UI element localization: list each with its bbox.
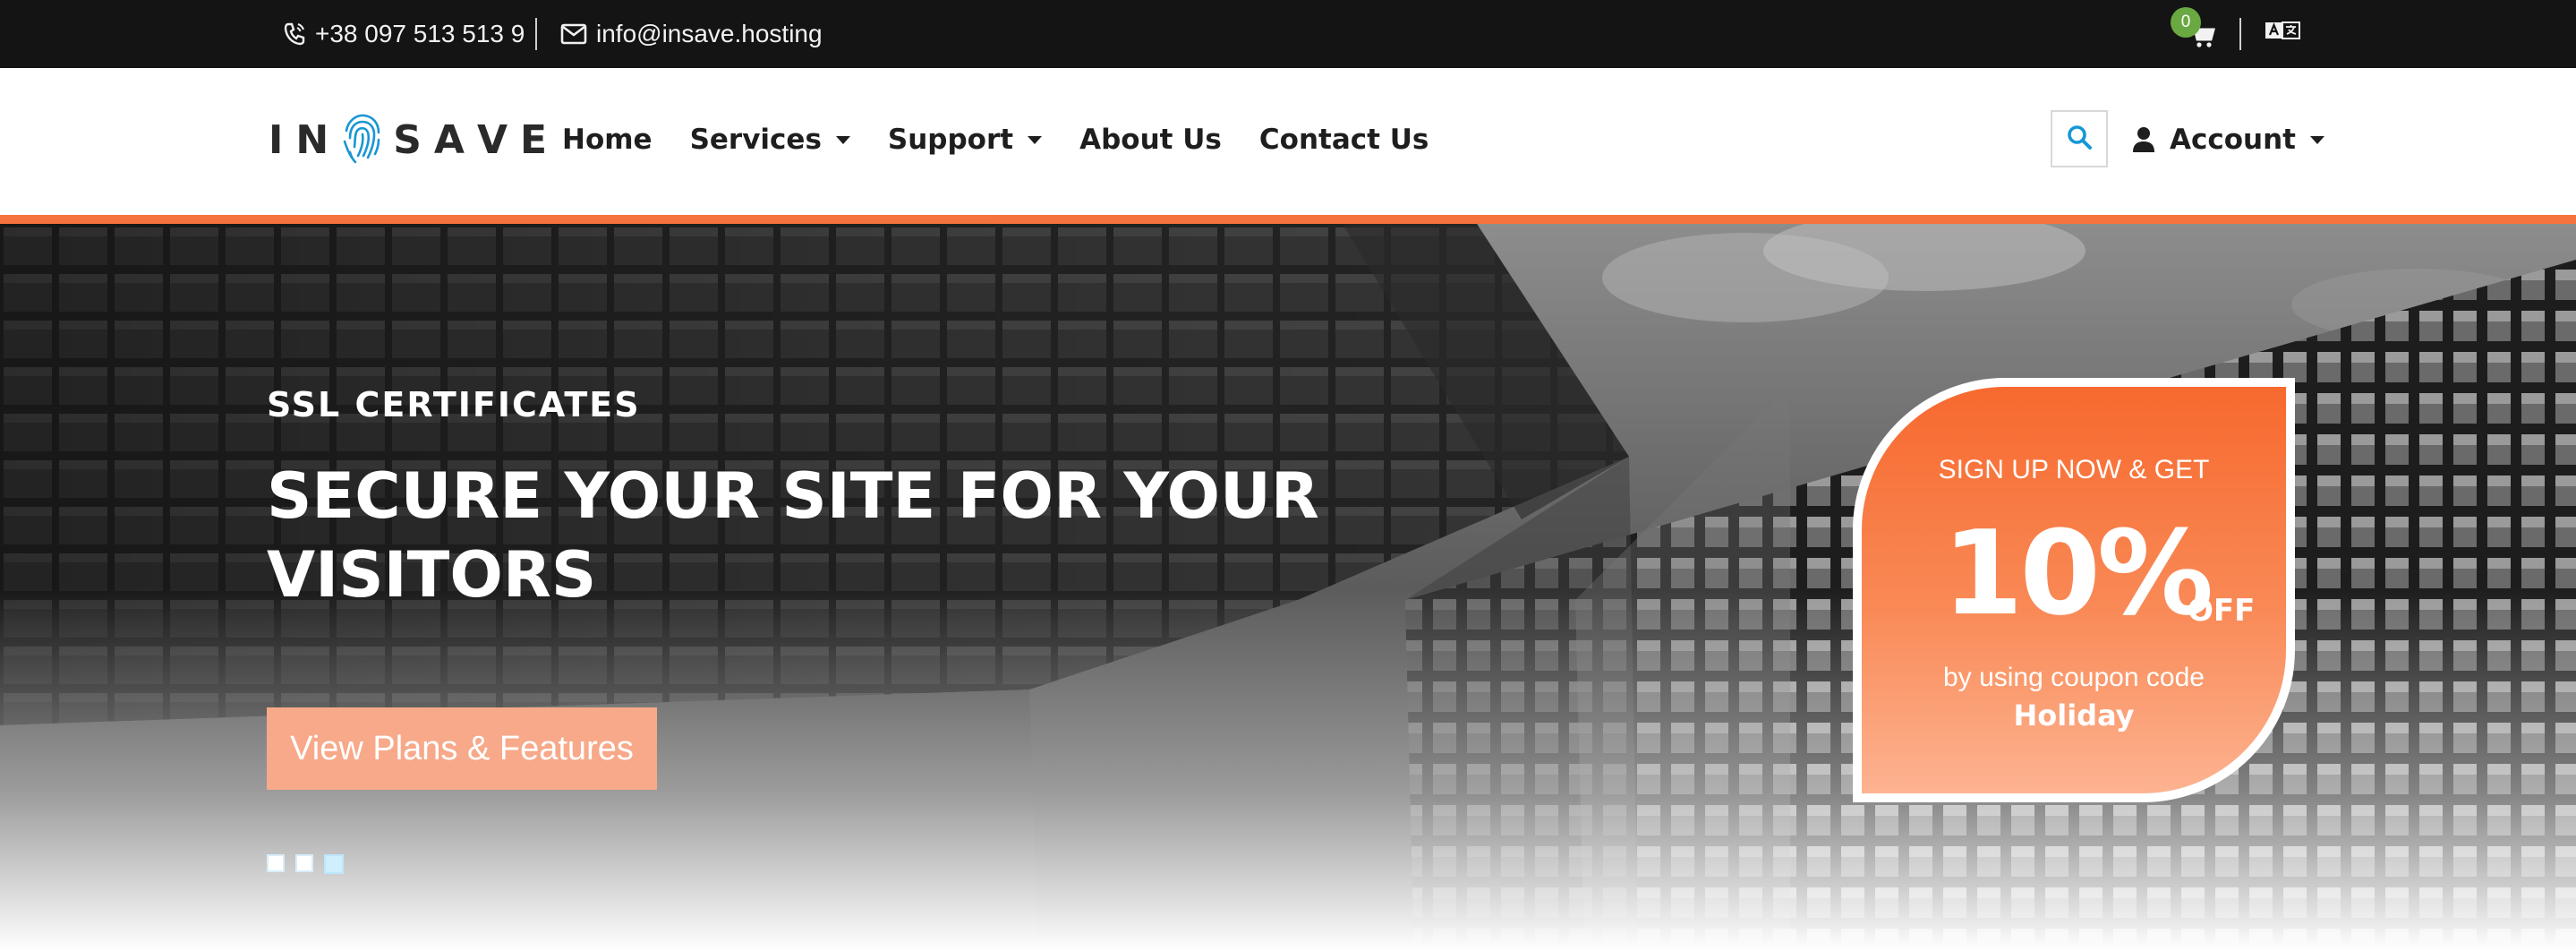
main-header: I N S A V E Home Services Support About … bbox=[0, 68, 2576, 215]
caret-down-icon bbox=[835, 135, 850, 144]
promo-discount-amount: 10% bbox=[1942, 505, 2213, 641]
phone-contact[interactable]: +38 097 513 513 9 bbox=[283, 0, 525, 68]
nav-about-us[interactable]: About Us bbox=[1079, 124, 1222, 156]
nav-label: About Us bbox=[1079, 124, 1222, 156]
nav-services[interactable]: Services bbox=[690, 124, 850, 156]
slide-dot-active[interactable] bbox=[324, 854, 344, 874]
account-menu[interactable]: Account bbox=[2132, 115, 2324, 165]
phone-icon bbox=[283, 21, 306, 47]
hero-headline-line: SECURE YOUR SITE FOR YOUR bbox=[267, 459, 1319, 533]
logo-letter: V bbox=[476, 116, 521, 163]
hero-headline-line: VISITORS bbox=[267, 538, 597, 612]
language-switcher[interactable] bbox=[2265, 20, 2300, 43]
hero-headline: SECURE YOUR SITE FOR YOUR VISITORS bbox=[267, 457, 1341, 614]
logo-letter: I bbox=[269, 116, 296, 163]
logo-letter: E bbox=[520, 116, 560, 163]
email-address: info@insave.hosting bbox=[596, 20, 823, 47]
divider bbox=[2239, 18, 2241, 50]
logo-letter: S bbox=[393, 116, 434, 163]
top-bar: +38 097 513 513 9 info@insave.hosting 0 bbox=[0, 0, 2576, 68]
account-label: Account bbox=[2170, 124, 2296, 156]
nav-label: Home bbox=[562, 124, 653, 156]
slider-pagination bbox=[267, 854, 354, 874]
search-button[interactable] bbox=[2051, 110, 2108, 167]
promo-card[interactable]: SIGN UP NOW & GET 10% OFF by using coupo… bbox=[1837, 365, 2307, 815]
site-logo[interactable]: I N S A V E bbox=[269, 113, 559, 167]
divider bbox=[535, 18, 537, 50]
slide-dot[interactable] bbox=[267, 854, 285, 872]
caret-down-icon bbox=[2310, 135, 2324, 144]
hero-slider: SSL CERTIFICATES SECURE YOUR SITE FOR YO… bbox=[0, 224, 2576, 951]
accent-divider bbox=[0, 215, 2576, 224]
hero-eyebrow: SSL CERTIFICATES bbox=[267, 385, 641, 424]
logo-letter: N bbox=[295, 116, 342, 163]
nav-label: Contact Us bbox=[1258, 124, 1429, 156]
promo-card-body: SIGN UP NOW & GET 10% OFF by using coupo… bbox=[1853, 378, 2295, 802]
logo-letter: A bbox=[433, 116, 477, 163]
nav-contact-us[interactable]: Contact Us bbox=[1259, 124, 1429, 156]
translate-icon bbox=[2265, 20, 2300, 43]
nav-home[interactable]: Home bbox=[562, 124, 653, 156]
nav-label: Support bbox=[887, 124, 1014, 156]
envelope-icon bbox=[560, 23, 587, 45]
caret-down-icon bbox=[1028, 135, 1043, 144]
email-contact[interactable]: info@insave.hosting bbox=[560, 0, 823, 68]
search-icon bbox=[2066, 124, 2093, 155]
cart-count-badge: 0 bbox=[2171, 7, 2201, 38]
nav-support[interactable]: Support bbox=[887, 124, 1043, 156]
promo-headline: SIGN UP NOW & GET bbox=[1938, 455, 2210, 484]
user-icon bbox=[2132, 126, 2155, 153]
promo-discount-suffix: OFF bbox=[2188, 593, 2256, 629]
promo-coupon-code: Holiday bbox=[2013, 698, 2135, 733]
phone-number: +38 097 513 513 9 bbox=[315, 20, 525, 47]
promo-subtext: by using coupon code bbox=[1943, 663, 2205, 692]
main-nav: Home Services Support About Us Contact U… bbox=[562, 115, 1466, 165]
view-plans-button[interactable]: View Plans & Features bbox=[267, 707, 657, 790]
slide-dot[interactable] bbox=[295, 854, 313, 872]
nav-label: Services bbox=[689, 124, 822, 156]
cart-button[interactable]: 0 bbox=[2171, 7, 2215, 54]
fingerprint-icon bbox=[339, 111, 384, 169]
